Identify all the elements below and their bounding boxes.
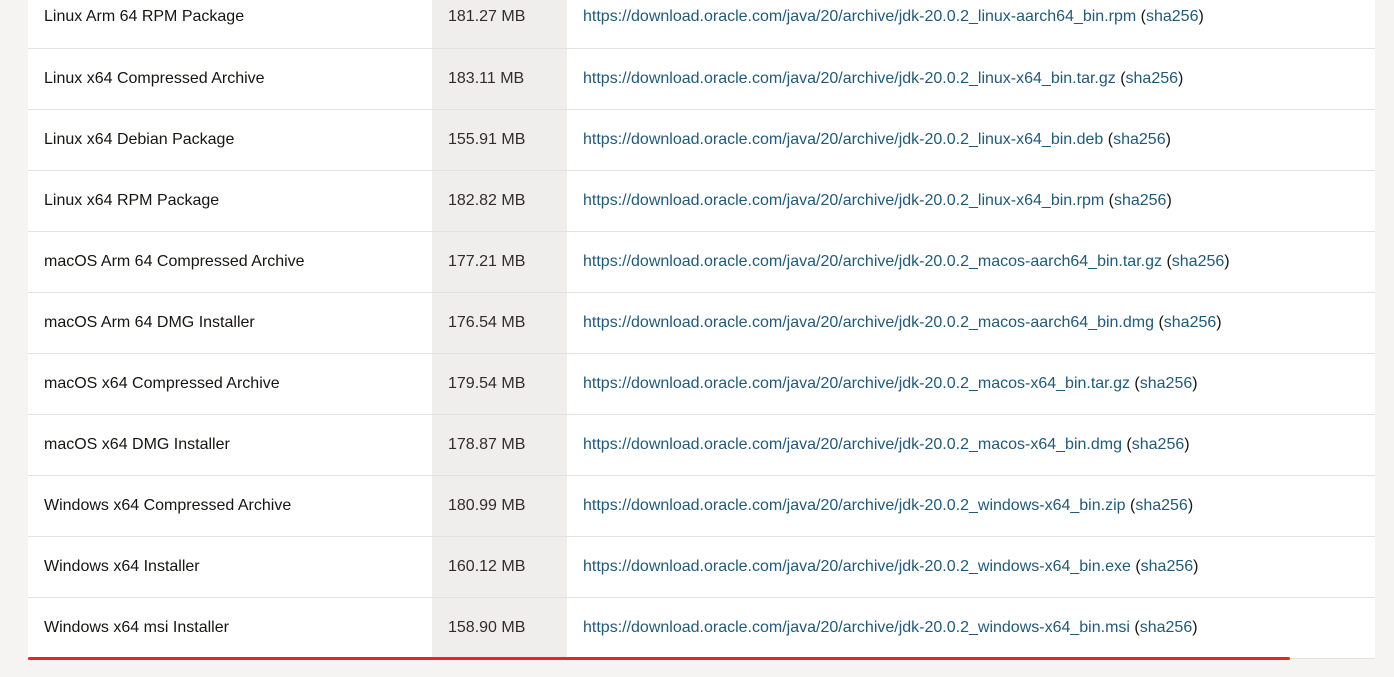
download-link[interactable]: https://download.oracle.com/java/20/arch…: [583, 253, 1162, 270]
file-size-cell: 181.27 MB: [432, 0, 567, 48]
product-cell: Linux x64 Debian Package: [44, 130, 235, 148]
download-cell: https://download.oracle.com/java/20/arch…: [567, 475, 1375, 536]
sha256-link[interactable]: sha256: [1164, 314, 1217, 331]
table-row: macOS Arm 64 DMG Installer 176.54 MB htt…: [28, 292, 1375, 353]
table-row: Linux x64 Compressed Archive 183.11 MB h…: [28, 48, 1375, 109]
sha256-link[interactable]: sha256: [1172, 253, 1225, 270]
download-link[interactable]: https://download.oracle.com/java/20/arch…: [583, 558, 1131, 575]
table-row: Linux x64 RPM Package 182.82 MB https://…: [28, 170, 1375, 231]
table-row: Windows x64 Compressed Archive 180.99 MB…: [28, 475, 1375, 536]
close-paren: ): [1192, 374, 1198, 392]
download-cell: https://download.oracle.com/java/20/arch…: [567, 0, 1375, 48]
sha256-link[interactable]: sha256: [1135, 497, 1188, 514]
product-cell: Windows x64 Installer: [44, 557, 200, 575]
file-size-cell: 155.91 MB: [432, 109, 567, 170]
product-cell: Linux Arm 64 RPM Package: [44, 8, 245, 26]
download-link[interactable]: https://download.oracle.com/java/20/arch…: [583, 192, 1104, 209]
file-size-cell: 178.87 MB: [432, 414, 567, 475]
close-paren: ): [1166, 191, 1172, 209]
sha256-link[interactable]: sha256: [1132, 436, 1185, 453]
download-link[interactable]: https://download.oracle.com/java/20/arch…: [583, 131, 1103, 148]
close-paren: ): [1184, 435, 1190, 453]
close-paren: ): [1216, 313, 1222, 331]
table-row: Linux x64 Debian Package 155.91 MB https…: [28, 109, 1375, 170]
download-link[interactable]: https://download.oracle.com/java/20/arch…: [583, 436, 1122, 453]
sha256-link[interactable]: sha256: [1113, 131, 1166, 148]
download-link[interactable]: https://download.oracle.com/java/20/arch…: [583, 497, 1126, 514]
download-cell: https://download.oracle.com/java/20/arch…: [567, 597, 1375, 658]
file-size-cell: 183.11 MB: [432, 48, 567, 109]
download-link[interactable]: https://download.oracle.com/java/20/arch…: [583, 375, 1130, 392]
download-link[interactable]: https://download.oracle.com/java/20/arch…: [583, 8, 1136, 25]
table-row: Linux Arm 64 RPM Package 181.27 MB https…: [28, 0, 1375, 48]
downloads-table: Linux Arm 64 RPM Package 181.27 MB https…: [28, 0, 1375, 659]
table-row: Windows x64 Installer 160.12 MB https://…: [28, 536, 1375, 597]
product-cell: macOS Arm 64 DMG Installer: [44, 313, 255, 331]
download-cell: https://download.oracle.com/java/20/arch…: [567, 292, 1375, 353]
sha256-link[interactable]: sha256: [1146, 8, 1199, 25]
sha256-link[interactable]: sha256: [1140, 375, 1193, 392]
downloads-table-container: Linux Arm 64 RPM Package 181.27 MB https…: [28, 0, 1375, 659]
download-cell: https://download.oracle.com/java/20/arch…: [567, 353, 1375, 414]
page: Linux Arm 64 RPM Package 181.27 MB https…: [0, 0, 1394, 677]
table-row: macOS Arm 64 Compressed Archive 177.21 M…: [28, 231, 1375, 292]
table-row: macOS x64 DMG Installer 178.87 MB https:…: [28, 414, 1375, 475]
close-paren: ): [1187, 496, 1194, 514]
download-cell: https://download.oracle.com/java/20/arch…: [567, 231, 1375, 292]
product-cell: macOS x64 DMG Installer: [44, 435, 230, 453]
table-row: macOS x64 Compressed Archive 179.54 MB h…: [28, 353, 1375, 414]
close-paren: ): [1193, 557, 1199, 575]
file-size-cell: 177.21 MB: [432, 231, 567, 292]
product-cell: Windows x64 Compressed Archive: [44, 496, 292, 514]
download-cell: https://download.oracle.com/java/20/arch…: [567, 109, 1375, 170]
sha256-link[interactable]: sha256: [1141, 558, 1194, 575]
download-cell: https://download.oracle.com/java/20/arch…: [567, 414, 1375, 475]
product-cell: Windows x64 msi Installer: [44, 618, 229, 636]
close-paren: ): [1165, 130, 1171, 148]
close-paren: ): [1192, 618, 1198, 636]
close-paren: ): [1198, 8, 1204, 26]
file-size-cell: 180.99 MB: [432, 475, 567, 536]
download-link[interactable]: https://download.oracle.com/java/20/arch…: [583, 314, 1154, 331]
close-paren: ): [1178, 69, 1184, 87]
download-link[interactable]: https://download.oracle.com/java/20/arch…: [583, 70, 1116, 87]
sha256-link[interactable]: sha256: [1126, 70, 1179, 87]
product-cell: Linux x64 RPM Package: [44, 191, 220, 209]
table-row: Windows x64 msi Installer 158.90 MB http…: [28, 597, 1375, 658]
product-cell: Linux x64 Compressed Archive: [44, 69, 265, 87]
product-cell: macOS Arm 64 Compressed Archive: [44, 252, 305, 270]
file-size-cell: 176.54 MB: [432, 292, 567, 353]
downloads-table-body: Linux Arm 64 RPM Package 181.27 MB https…: [28, 0, 1375, 658]
download-cell: https://download.oracle.com/java/20/arch…: [567, 536, 1375, 597]
product-cell: macOS x64 Compressed Archive: [44, 374, 280, 392]
download-cell: https://download.oracle.com/java/20/arch…: [567, 48, 1375, 109]
sha256-link[interactable]: sha256: [1114, 192, 1167, 209]
file-size-cell: 160.12 MB: [432, 536, 567, 597]
file-size-cell: 182.82 MB: [432, 170, 567, 231]
file-size-cell: 179.54 MB: [432, 353, 567, 414]
annotation-underline: [28, 657, 1290, 660]
file-size-cell: 158.90 MB: [432, 597, 567, 658]
download-link[interactable]: https://download.oracle.com/java/20/arch…: [583, 619, 1130, 636]
download-cell: https://download.oracle.com/java/20/arch…: [567, 170, 1375, 231]
sha256-link[interactable]: sha256: [1140, 619, 1193, 636]
close-paren: ): [1224, 252, 1230, 270]
